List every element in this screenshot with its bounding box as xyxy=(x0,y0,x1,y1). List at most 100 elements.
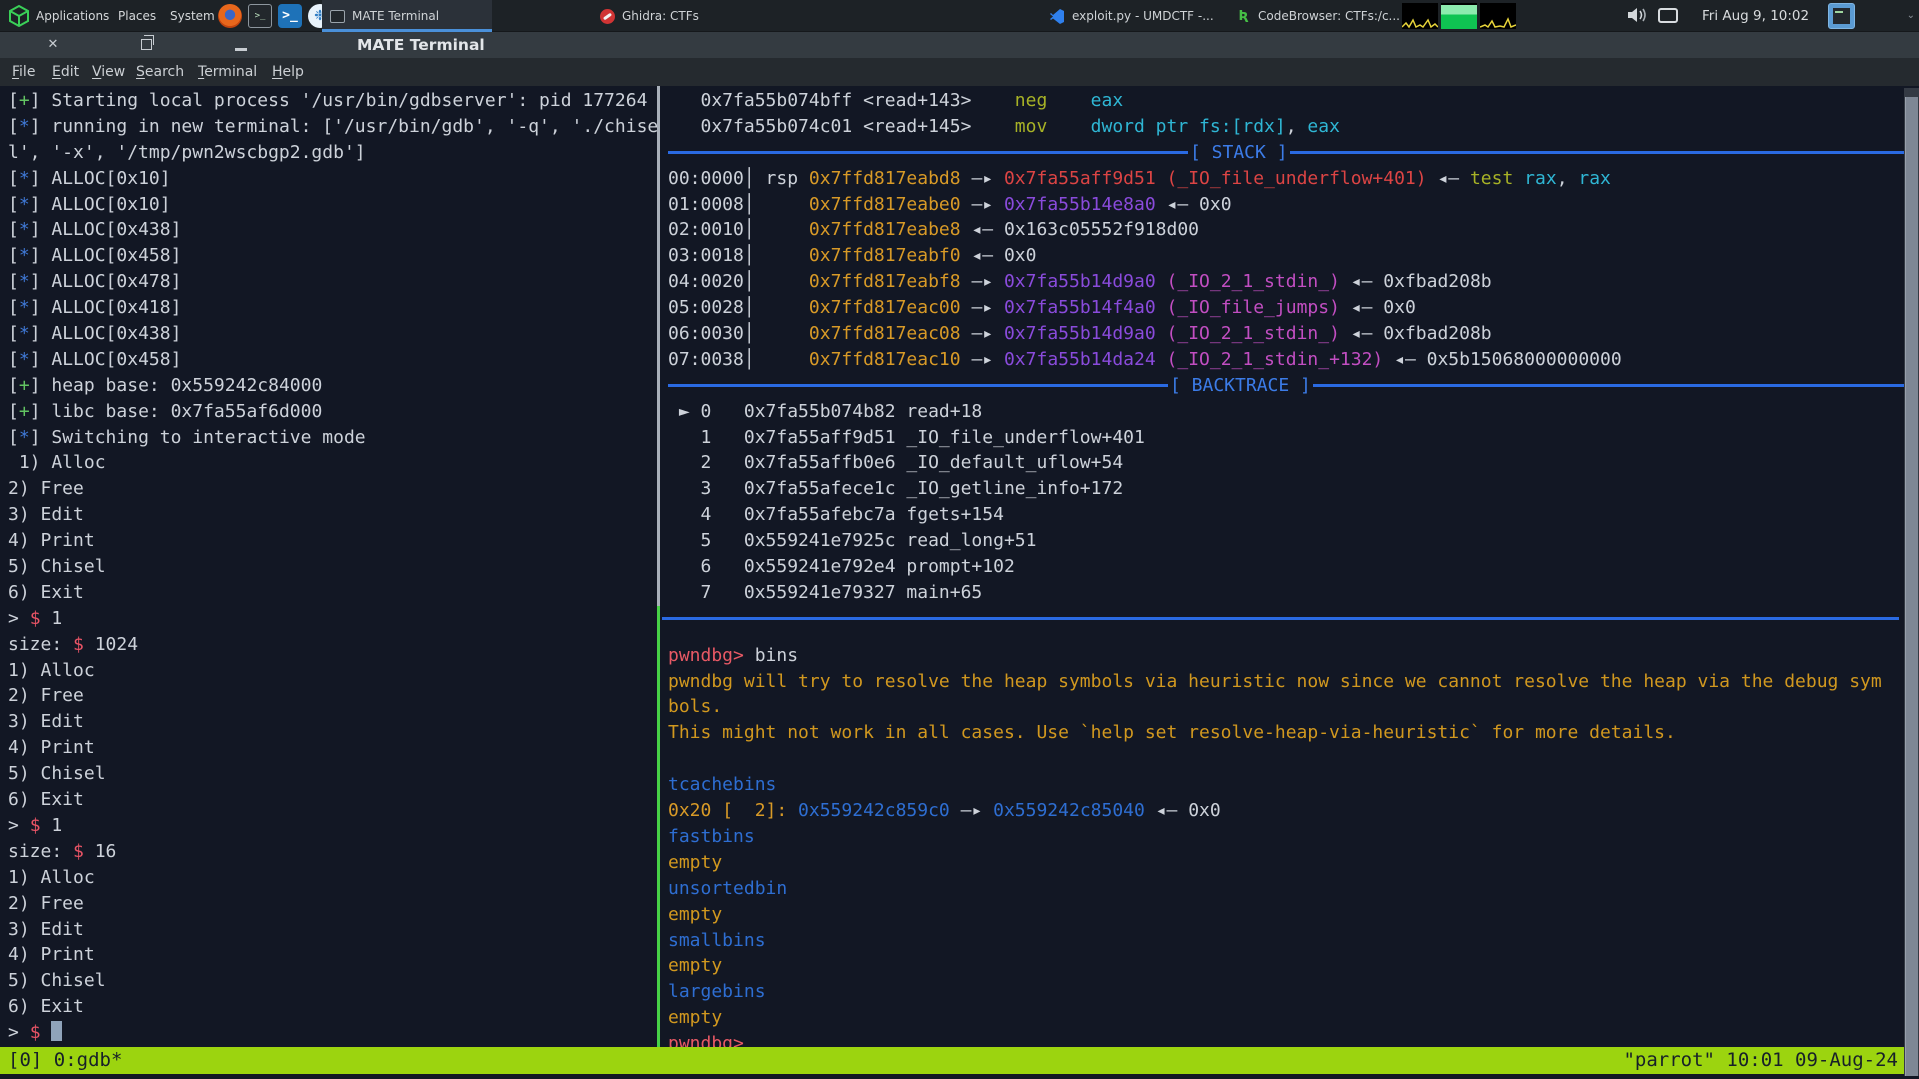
terminal-line: empty xyxy=(668,850,1908,876)
terminal-line: [*] ALLOC[0x418] xyxy=(8,295,657,321)
panel-menu-system[interactable]: System xyxy=(170,0,215,32)
terminal-line xyxy=(668,617,1908,643)
terminal-line: 6 0x559241e792e4 prompt+102 xyxy=(668,554,1908,580)
terminal-line: [*] ALLOC[0x478] xyxy=(8,269,657,295)
network-graph-icon[interactable] xyxy=(1480,3,1516,29)
terminal-line: size: $ 16 xyxy=(8,839,657,865)
terminal-line: 2) Free xyxy=(8,476,657,502)
panel-clock[interactable]: Fri Aug 9, 10:02 xyxy=(1702,0,1809,32)
taskbar-item-exploit-py[interactable]: exploit.py - UMDCTF -... xyxy=(1042,0,1222,32)
tmux-pane-process-io[interactable]: [+] Starting local process '/usr/bin/gdb… xyxy=(8,88,657,1046)
menu-edit[interactable]: Edit xyxy=(52,58,79,86)
terminal-line: l', '-x', '/tmp/pwn2wscbgp2.gdb'] xyxy=(8,140,657,166)
terminal-line: 2 0x7fa55affb0e6 _IO_default_uflow+54 xyxy=(668,450,1908,476)
tray-terminal-icon[interactable] xyxy=(1828,3,1855,29)
tmux-window-indicator[interactable]: [0] 0:gdb* xyxy=(8,1047,122,1074)
taskbar-label: exploit.py - UMDCTF -... xyxy=(1072,9,1214,23)
terminal-line: [*] running in new terminal: ['/usr/bin/… xyxy=(8,114,657,140)
panel-menu-applications[interactable]: Applications xyxy=(36,0,109,32)
terminal-launcher-icon[interactable]: >_ xyxy=(248,4,272,28)
terminal-line: 0x20 [ 2]: 0x559242c859c0 —▸ 0x559242c85… xyxy=(668,798,1908,824)
terminal-cursor xyxy=(51,1021,62,1041)
terminal-line: [*] Switching to interactive mode xyxy=(8,425,657,451)
tmux-pane-pwndbg[interactable]: 0x7fa55b074bff <read+143> neg eax 0x7fa5… xyxy=(668,88,1908,1057)
firefox-launcher-icon[interactable] xyxy=(218,4,242,28)
terminal-line: [*] ALLOC[0x438] xyxy=(8,321,657,347)
context-section-label: [ STACK ] xyxy=(1188,142,1290,163)
restore-button[interactable] xyxy=(132,32,162,58)
taskbar-item-codebrowser[interactable]: Ʀ CodeBrowser: CTFs:/c... xyxy=(1228,0,1408,32)
terminal-line: 2) Free xyxy=(8,683,657,709)
taskbar-label: MATE Terminal xyxy=(352,9,439,23)
terminal-line: [ BACKTRACE ] xyxy=(668,373,1908,399)
minimize-button[interactable] xyxy=(226,32,256,58)
ghidra-icon xyxy=(600,9,615,24)
terminal-line: 3 0x7fa55afece1c _IO_getline_info+172 xyxy=(668,476,1908,502)
terminal-scrollbar[interactable] xyxy=(1904,88,1919,1076)
context-section-label: [ BACKTRACE ] xyxy=(1168,375,1313,396)
tmux-pane-border-vertical xyxy=(657,86,660,606)
taskbar-item-ghidra[interactable]: Ghidra: CTFs xyxy=(592,0,712,32)
terminal-line: 07:0038│ 0x7ffd817eac10 —▸ 0x7fa55b14da2… xyxy=(668,347,1908,373)
terminal-line: [*] ALLOC[0x10] xyxy=(8,166,657,192)
terminal-line: 6) Exit xyxy=(8,994,657,1020)
terminal-line: largebins xyxy=(668,979,1908,1005)
menu-terminal[interactable]: Terminal xyxy=(198,58,257,86)
scrollbar-thumb[interactable] xyxy=(1905,97,1918,1076)
terminal-line: smallbins xyxy=(668,928,1908,954)
menu-view[interactable]: View xyxy=(92,58,125,86)
display-tray-icon[interactable] xyxy=(1658,8,1678,23)
terminal-line: [*] ALLOC[0x458] xyxy=(8,243,657,269)
menu-file[interactable]: File xyxy=(12,58,35,86)
terminal-line: 5) Chisel xyxy=(8,554,657,580)
cpu-graph-icon[interactable] xyxy=(1402,3,1438,29)
volume-icon[interactable] xyxy=(1628,6,1650,27)
panel-expand-chevron-icon[interactable]: ⌄ xyxy=(1907,0,1915,32)
memory-graph-icon[interactable] xyxy=(1441,3,1477,29)
terminal-line: pwndbg will try to resolve the heap symb… xyxy=(668,669,1908,695)
terminal-line: 02:0010│ 0x7ffd817eabe8 ◂— 0x163c05552f9… xyxy=(668,217,1908,243)
vscode-icon xyxy=(1050,9,1065,24)
terminal-line: empty xyxy=(668,902,1908,928)
terminal-line: [*] ALLOC[0x458] xyxy=(8,347,657,373)
tmux-pane-border-vertical-active xyxy=(657,606,660,1047)
taskbar-label: CodeBrowser: CTFs:/c... xyxy=(1258,9,1400,23)
terminal-line: 6) Exit xyxy=(8,580,657,606)
terminal-line: empty xyxy=(668,1005,1908,1031)
menu-search[interactable]: Search xyxy=(136,58,184,86)
parrot-logo-icon[interactable] xyxy=(7,4,31,28)
window-titlebar: ✕ MATE Terminal xyxy=(0,32,1919,58)
terminal-line xyxy=(668,746,1908,772)
top-panel: Applications Places System >_ >_ ❉ MATE … xyxy=(0,0,1919,32)
terminal-line: 5) Chisel xyxy=(8,761,657,787)
terminal-line: 00:0000│ rsp 0x7ffd817eabd8 —▸ 0x7fa55af… xyxy=(668,166,1908,192)
powershell-launcher-icon[interactable]: >_ xyxy=(278,4,302,28)
terminal-line: 01:0008│ 0x7ffd817eabe0 —▸ 0x7fa55b14e8a… xyxy=(668,192,1908,218)
terminal-line: 05:0028│ 0x7ffd817eac00 —▸ 0x7fa55b14f4a… xyxy=(668,295,1908,321)
terminal-line: This might not work in all cases. Use `h… xyxy=(668,720,1908,746)
terminal-line: 7 0x559241e79327 main+65 xyxy=(668,580,1908,606)
terminal-line: fastbins xyxy=(668,824,1908,850)
terminal-line: 4) Print xyxy=(8,528,657,554)
terminal-line: > $ xyxy=(8,1020,657,1046)
terminal-line: 1 0x7fa55aff9d51 _IO_file_underflow+401 xyxy=(668,425,1908,451)
terminal-menubar: File Edit View Search Terminal Help xyxy=(0,58,1919,86)
terminal-line: [*] ALLOC[0x10] xyxy=(8,192,657,218)
terminal-line: 06:0030│ 0x7ffd817eac08 —▸ 0x7fa55b14d9a… xyxy=(668,321,1908,347)
terminal-line: [+] Starting local process '/usr/bin/gdb… xyxy=(8,88,657,114)
terminal-window-icon xyxy=(330,10,345,23)
terminal-line: 4) Print xyxy=(8,735,657,761)
panel-menu-places[interactable]: Places xyxy=(118,0,156,32)
terminal-line: > $ 1 xyxy=(8,606,657,632)
terminal-line: 6) Exit xyxy=(8,787,657,813)
terminal-line: 1) Alloc xyxy=(8,865,657,891)
terminal-line: [*] ALLOC[0x438] xyxy=(8,217,657,243)
taskbar-item-mate-terminal[interactable]: MATE Terminal xyxy=(322,0,492,32)
terminal-line: [+] heap base: 0x559242c84000 xyxy=(8,373,657,399)
close-button[interactable]: ✕ xyxy=(38,32,68,58)
terminal-line: > $ 1 xyxy=(8,813,657,839)
menu-help[interactable]: Help xyxy=(272,58,304,86)
terminal-line: 04:0020│ 0x7ffd817eabf8 —▸ 0x7fa55b14d9a… xyxy=(668,269,1908,295)
terminal-line: size: $ 1024 xyxy=(8,632,657,658)
taskbar-label: Ghidra: CTFs xyxy=(622,9,699,23)
